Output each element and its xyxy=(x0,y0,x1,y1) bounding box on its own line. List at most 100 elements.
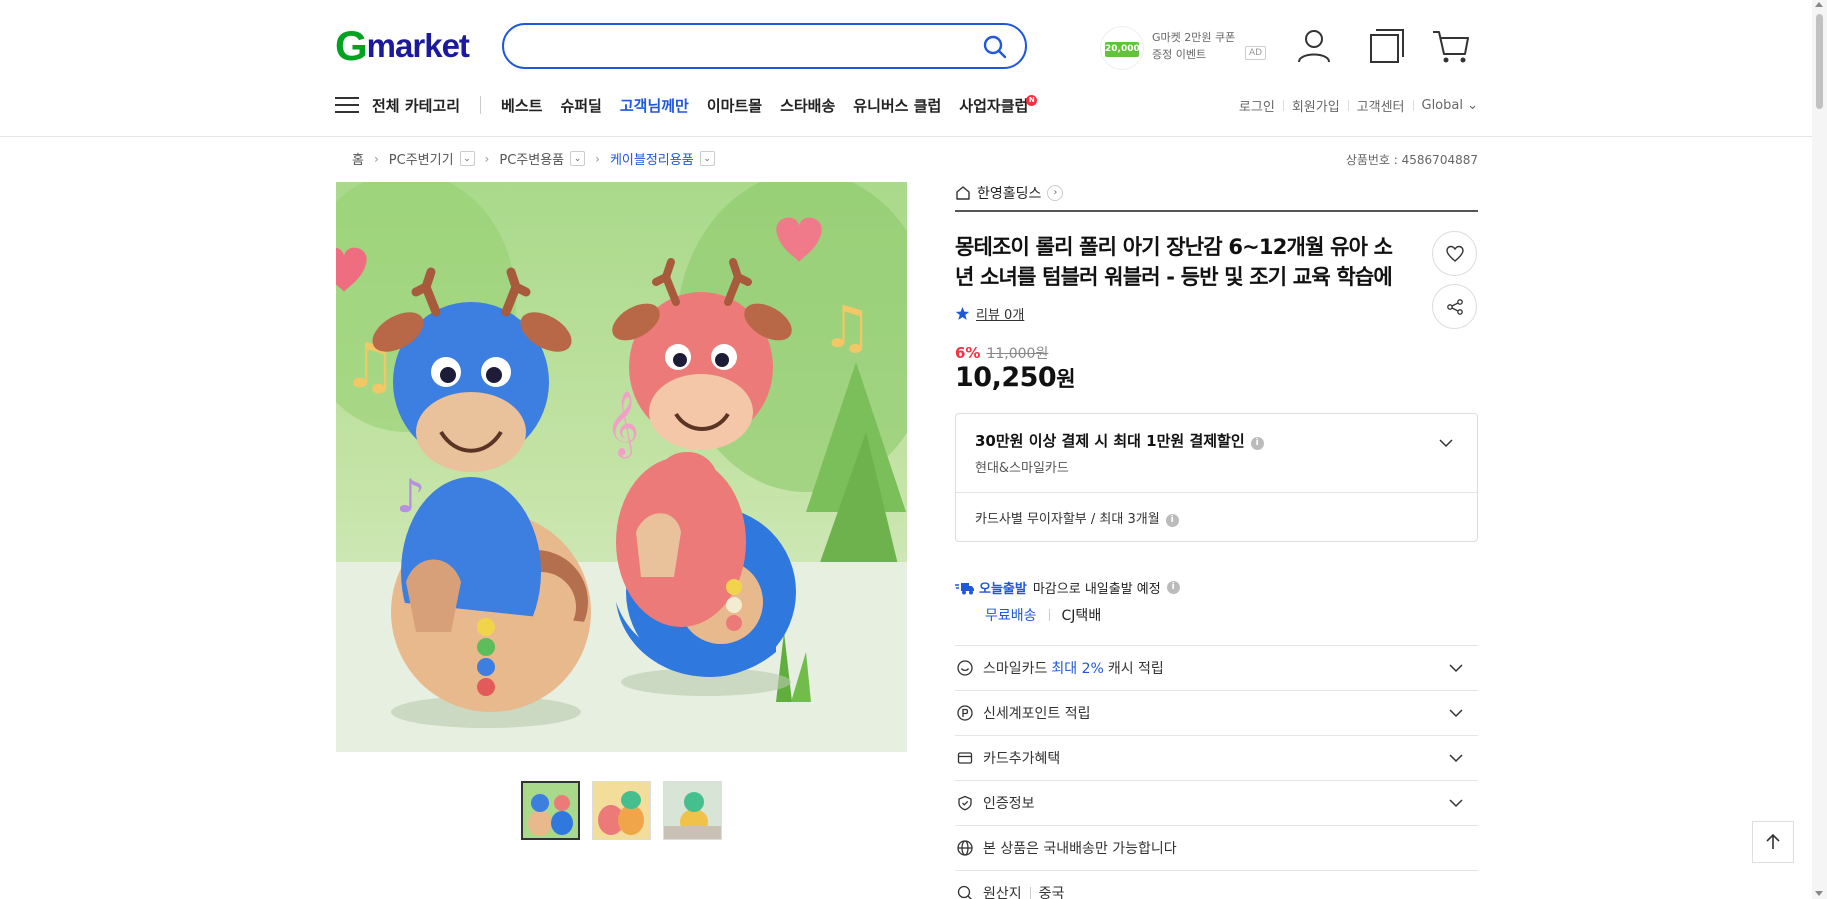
chevron-down-icon[interactable]: ⌄ xyxy=(570,151,586,166)
main-nav: 전체 카테고리 베스트 슈퍼딜 고객님께만 이마트몰 스타배송 유니버스 클럽 … xyxy=(335,90,1039,120)
user-icon[interactable] xyxy=(1295,27,1333,65)
card-benefit-box[interactable]: 30만원 이상 결제 시 최대 1만원 결제할인 i 현대&스마일카드 카드사별 … xyxy=(955,413,1478,542)
chevron-down-icon[interactable] xyxy=(1449,751,1463,765)
thumbnail-1[interactable] xyxy=(521,781,580,840)
domestic-shipping-row: 본 상품은 국내배송만 가능합니다 xyxy=(955,825,1478,870)
origin-label: 원산지 xyxy=(983,886,1022,899)
shipping-method: 무료배송 CJ택배 xyxy=(985,605,1101,625)
menu-icon[interactable] xyxy=(335,95,361,115)
nav-divider xyxy=(480,96,482,114)
thumbnail-3[interactable] xyxy=(663,781,722,840)
chevron-down-icon[interactable]: ⌄ xyxy=(699,151,715,166)
nav-item-star-delivery[interactable]: 스타배송 xyxy=(780,95,835,116)
chevron-down-icon[interactable]: ⌄ xyxy=(459,151,475,166)
cart-icon[interactable] xyxy=(1432,27,1470,65)
breadcrumb-pc-accessories[interactable]: PC주변용품 xyxy=(499,149,564,168)
card-names: 현대&스마일카드 xyxy=(975,461,1069,476)
site-header: Gmarket 20,000 G마켓 2만원 쿠폰 증정 이벤트 AD 전체 카… xyxy=(0,0,1827,137)
search-icon[interactable] xyxy=(981,33,1009,61)
nav-item-best[interactable]: 베스트 xyxy=(501,95,542,116)
smilecard-label: 스마일카드 xyxy=(983,661,1048,677)
nav-item-superdeal[interactable]: 슈퍼딜 xyxy=(560,95,601,116)
scrollbar-thumb[interactable] xyxy=(1816,14,1823,109)
smilecard-cashback-row[interactable]: 스마일카드 최대 2% 캐시 적립 xyxy=(955,645,1478,690)
shinsegae-point-row[interactable]: 신세계포인트 적립 xyxy=(955,690,1478,735)
credit-card-icon xyxy=(957,752,973,764)
courier-name: CJ택배 xyxy=(1061,608,1102,624)
nav-item-universe-club[interactable]: 유니버스 클럽 xyxy=(853,95,941,116)
chevron-down-icon[interactable] xyxy=(1439,436,1453,450)
scroll-down-arrow[interactable] xyxy=(1815,891,1823,896)
card-discount-text: 30만원 이상 결제 시 최대 1만원 결제할인 xyxy=(975,432,1245,450)
breadcrumb: 홈 › PC주변기기 ⌄ › PC주변용품 ⌄ › 케이블정리용품 ⌄ xyxy=(352,149,715,168)
review-summary[interactable]: 리뷰 0개 xyxy=(955,304,1024,323)
scroll-to-top-button[interactable] xyxy=(1752,821,1794,863)
nav-item-emart[interactable]: 이마트몰 xyxy=(707,95,762,116)
page-scrollbar[interactable] xyxy=(1812,0,1827,899)
breadcrumb-cable-organizers[interactable]: 케이블정리용품 xyxy=(610,149,694,168)
svg-text:𝄞: 𝄞 xyxy=(606,391,639,458)
breadcrumb-pc-peripherals[interactable]: PC주변기기 xyxy=(389,149,454,168)
card-extra-label: 카드추가혜택 xyxy=(983,751,1061,767)
all-categories-button[interactable]: 전체 카테고리 xyxy=(372,95,460,116)
certification-row[interactable]: 인증정보 xyxy=(955,780,1478,825)
chevron-right-icon: › xyxy=(484,151,490,166)
fast-delivery-icon xyxy=(955,582,974,594)
shield-check-icon xyxy=(958,795,972,811)
info-icon[interactable]: i xyxy=(1250,437,1264,450)
card-extra-benefit-row[interactable]: 카드추가혜택 xyxy=(955,735,1478,780)
seller-shop-link[interactable]: 한영홀딩스 › xyxy=(955,183,1478,212)
sale-price: 10,250원 xyxy=(955,362,1076,393)
divider xyxy=(956,492,1477,493)
smilecard-rate: 최대 2% xyxy=(1051,661,1104,677)
logo-g: G xyxy=(335,22,368,69)
signup-link[interactable]: 회원가입 xyxy=(1292,96,1340,115)
shinsegae-label: 신세계포인트 적립 xyxy=(983,706,1091,722)
coupon-ad-banner[interactable]: 20,000 G마켓 2만원 쿠폰 증정 이벤트 AD xyxy=(1100,26,1267,70)
original-price: 11,000원 xyxy=(986,346,1049,362)
chevron-right-icon: › xyxy=(1047,185,1064,201)
breadcrumb-home[interactable]: 홈 xyxy=(352,149,364,168)
scroll-up-arrow[interactable] xyxy=(1815,2,1823,7)
installment-info: 카드사별 무이자할부 / 최대 3개월 i xyxy=(975,508,1179,527)
installment-text: 카드사별 무이자할부 / 최대 3개월 xyxy=(975,512,1160,527)
product-number: 상품번호 : 4586704887 xyxy=(1345,153,1478,167)
nav-item-for-you[interactable]: 고객님께만 xyxy=(620,95,689,116)
search-bar xyxy=(502,23,1027,69)
search-input[interactable] xyxy=(524,33,964,59)
product-title: 몽테조이 롤리 폴리 아기 장난감 6~12개월 유아 소년 소녀를 텀블러 워… xyxy=(955,235,1393,289)
wishlist-button[interactable] xyxy=(1432,231,1477,276)
heart-icon xyxy=(1445,245,1464,262)
customer-center-link[interactable]: 고객센터 xyxy=(1357,96,1405,115)
domestic-shipping-label: 본 상품은 국내배송만 가능합니다 xyxy=(983,841,1177,857)
thumbnail-2[interactable] xyxy=(592,781,651,840)
divider xyxy=(1029,887,1031,899)
chevron-down-icon[interactable] xyxy=(1449,706,1463,720)
share-button[interactable] xyxy=(1432,284,1477,329)
sale-price-value: 10,250 xyxy=(955,362,1057,393)
info-icon[interactable]: i xyxy=(1166,581,1180,594)
ad-text: G마켓 2만원 쿠폰 증정 이벤트 xyxy=(1152,29,1235,63)
global-link[interactable]: Global ⌄ xyxy=(1422,98,1479,113)
recent-items-icon[interactable] xyxy=(1368,27,1406,65)
chevron-down-icon[interactable] xyxy=(1449,661,1463,675)
review-count-link[interactable]: 리뷰 0개 xyxy=(976,304,1024,323)
seller-name: 한영홀딩스 xyxy=(977,186,1042,202)
thumbnail-strip xyxy=(521,781,722,840)
smilecard-suffix: 캐시 적립 xyxy=(1107,661,1164,677)
star-icon xyxy=(955,306,970,320)
free-shipping: 무료배송 xyxy=(985,608,1037,624)
logo-text: market xyxy=(366,27,470,64)
chevron-down-icon[interactable] xyxy=(1449,796,1463,810)
origin-value: 중국 xyxy=(1038,886,1065,899)
home-icon xyxy=(956,186,970,200)
shipping-schedule-text: 마감으로 내일출발 예정 xyxy=(1032,582,1161,597)
util-divider xyxy=(1347,100,1349,111)
main-product-image[interactable]: ♫ ♫ ♪ 𝄞 xyxy=(336,182,907,752)
gmarket-logo[interactable]: Gmarket xyxy=(335,22,470,69)
chevron-right-icon: › xyxy=(373,151,379,166)
nav-item-business-club[interactable]: 사업자클럽N xyxy=(959,94,1039,116)
info-icon[interactable]: i xyxy=(1165,514,1179,527)
login-link[interactable]: 로그인 xyxy=(1239,96,1275,115)
today-shipping-badge: 오늘출발 xyxy=(979,582,1027,597)
